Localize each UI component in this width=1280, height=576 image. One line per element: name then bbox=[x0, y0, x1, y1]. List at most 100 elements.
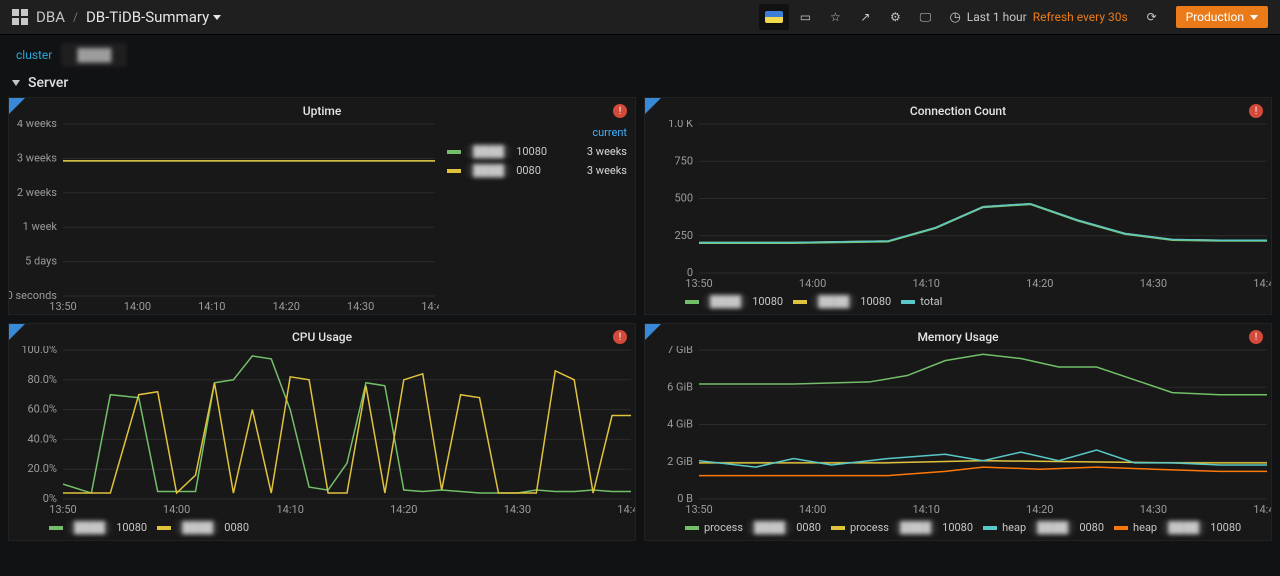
svg-text:100.0%: 100.0% bbox=[21, 346, 57, 356]
series-swatch bbox=[831, 526, 845, 530]
series-port: 0080 bbox=[516, 164, 541, 177]
panel-connection-count[interactable]: ! Connection Count 02505007501.0 K13:501… bbox=[644, 97, 1272, 315]
series-host: ████ bbox=[176, 521, 219, 534]
svg-text:13:50: 13:50 bbox=[49, 300, 76, 313]
series-current-value: 3 weeks bbox=[587, 145, 627, 158]
svg-text:4 GiB: 4 GiB bbox=[667, 418, 693, 431]
panel-memory-usage[interactable]: ! Memory Usage 0 B2 GiB4 GiB6 GiB7 GiB13… bbox=[644, 323, 1272, 541]
legend-item[interactable]: process████10080 bbox=[831, 521, 973, 534]
legend-item[interactable]: ████0080 bbox=[157, 521, 249, 534]
alert-icon[interactable]: ! bbox=[613, 330, 627, 344]
legend-item[interactable]: heap ████ 10080 bbox=[1114, 521, 1241, 534]
svg-text:14:30: 14:30 bbox=[1140, 503, 1167, 516]
connection-chart[interactable]: 02505007501.0 K13:5014:0014:1014:2014:30… bbox=[645, 120, 1271, 291]
svg-text:80.0%: 80.0% bbox=[27, 373, 57, 386]
panel-cpu-usage[interactable]: ! CPU Usage 0%20.0%40.0%60.0%80.0%100.0%… bbox=[8, 323, 636, 541]
panel-title: CPU Usage bbox=[9, 324, 635, 346]
legend-item[interactable]: ████ 0080 3 weeks bbox=[447, 164, 627, 177]
refresh-icon[interactable]: ⟳ bbox=[1138, 4, 1166, 30]
legend-item[interactable]: ████ 10080 bbox=[49, 521, 147, 534]
environment-label: Production bbox=[1186, 10, 1244, 24]
clock-icon: ◷ bbox=[949, 10, 960, 25]
svg-text:500: 500 bbox=[674, 192, 693, 205]
series-port: 10080 bbox=[116, 521, 147, 534]
legend-item[interactable]: ████10080 bbox=[685, 295, 783, 308]
svg-text:1.0 K: 1.0 K bbox=[668, 120, 693, 130]
svg-text:60.0%: 60.0% bbox=[27, 403, 57, 416]
environment-button[interactable]: Production bbox=[1176, 6, 1268, 28]
panel-add-icon[interactable]: ▭ bbox=[791, 4, 819, 30]
alert-icon[interactable]: ! bbox=[1249, 104, 1263, 118]
alert-icon[interactable]: ! bbox=[1249, 330, 1263, 344]
series-swatch bbox=[49, 526, 63, 530]
legend-item[interactable]: process████0080 bbox=[685, 521, 821, 534]
connection-legend: ████10080 ████10080 total bbox=[645, 291, 1271, 314]
panel-title: Connection Count bbox=[645, 98, 1271, 120]
panel-title: Memory Usage bbox=[645, 324, 1271, 346]
panel-info-icon bbox=[9, 98, 25, 114]
svg-text:3 weeks: 3 weeks bbox=[17, 151, 57, 164]
dashboard-icon[interactable] bbox=[12, 9, 28, 25]
panel-info-icon bbox=[9, 324, 25, 340]
svg-text:14:10: 14:10 bbox=[912, 277, 939, 290]
flag-icon[interactable] bbox=[759, 4, 789, 30]
memory-legend: process████0080process████10080heap████0… bbox=[645, 517, 1271, 540]
legend-item[interactable]: ████ 10080 3 weeks bbox=[447, 145, 627, 158]
series-swatch bbox=[157, 526, 171, 530]
variable-value[interactable]: ████ bbox=[62, 44, 126, 66]
dashboard-title: DB-TiDB-Summary bbox=[86, 8, 209, 26]
row-header[interactable]: Server bbox=[0, 75, 1280, 97]
share-icon[interactable]: ↗ bbox=[851, 4, 879, 30]
series-swatch bbox=[901, 300, 915, 304]
star-icon[interactable]: ☆ bbox=[821, 4, 849, 30]
panel-uptime[interactable]: ! Uptime 0 seconds5 days1 week2 weeks3 w… bbox=[8, 97, 636, 315]
svg-text:14:10: 14:10 bbox=[912, 503, 939, 516]
series-swatch bbox=[793, 300, 807, 304]
series-swatch bbox=[983, 526, 997, 530]
svg-text:14:20: 14:20 bbox=[1026, 277, 1053, 290]
series-swatch bbox=[447, 150, 461, 154]
breadcrumb-folder[interactable]: DBA bbox=[36, 8, 65, 26]
svg-text:14:30: 14:30 bbox=[347, 300, 374, 313]
monitor-icon[interactable]: 🖵 bbox=[911, 4, 939, 30]
gear-icon[interactable]: ⚙ bbox=[881, 4, 909, 30]
legend-item[interactable]: heap████0080 bbox=[983, 521, 1104, 534]
legend-item[interactable]: ████10080 bbox=[793, 295, 891, 308]
series-prefix: process bbox=[850, 521, 889, 534]
series-port: 10080 bbox=[860, 295, 891, 308]
legend-item[interactable]: total bbox=[901, 295, 942, 308]
cpu-chart[interactable]: 0%20.0%40.0%60.0%80.0%100.0%13:5014:0014… bbox=[9, 346, 635, 517]
svg-text:750: 750 bbox=[674, 154, 693, 167]
svg-text:40.0%: 40.0% bbox=[27, 432, 57, 445]
top-nav: DBA / DB-TiDB-Summary ▭ ☆ ↗ ⚙ 🖵 ◷ Last 1… bbox=[0, 0, 1280, 35]
series-swatch bbox=[1114, 526, 1128, 530]
series-port: 0080 bbox=[1079, 521, 1104, 534]
svg-text:5 days: 5 days bbox=[25, 255, 57, 268]
series-prefix: heap bbox=[1133, 521, 1157, 534]
svg-text:14:00: 14:00 bbox=[124, 300, 151, 313]
svg-text:14:40: 14:40 bbox=[421, 300, 439, 313]
svg-text:14:00: 14:00 bbox=[799, 277, 826, 290]
svg-text:2 GiB: 2 GiB bbox=[667, 455, 693, 468]
cpu-legend: ████ 10080 ████0080 bbox=[9, 517, 635, 540]
svg-text:14:40: 14:40 bbox=[1253, 277, 1271, 290]
panel-grid: ! Uptime 0 seconds5 days1 week2 weeks3 w… bbox=[0, 97, 1280, 541]
svg-text:14:00: 14:00 bbox=[799, 503, 826, 516]
svg-text:14:10: 14:10 bbox=[276, 503, 303, 516]
variable-label: cluster bbox=[16, 48, 52, 62]
svg-text:14:40: 14:40 bbox=[1253, 503, 1271, 516]
series-port: 10080 bbox=[942, 521, 973, 534]
svg-text:14:30: 14:30 bbox=[504, 503, 531, 516]
series-port: 10080 bbox=[1210, 521, 1241, 534]
series-host: ████ bbox=[1162, 521, 1205, 534]
series-host: ████ bbox=[68, 521, 111, 534]
time-range-picker[interactable]: ◷ Last 1 hour Refresh every 30s bbox=[941, 4, 1135, 30]
svg-text:1 week: 1 week bbox=[23, 220, 58, 233]
svg-text:13:50: 13:50 bbox=[685, 503, 712, 516]
chevron-down-icon bbox=[1250, 15, 1258, 20]
breadcrumb-dashboard[interactable]: DB-TiDB-Summary bbox=[86, 8, 221, 26]
uptime-chart[interactable]: 0 seconds5 days1 week2 weeks3 weeks4 wee… bbox=[9, 120, 439, 314]
memory-chart[interactable]: 0 B2 GiB4 GiB6 GiB7 GiB13:5014:0014:1014… bbox=[645, 346, 1271, 517]
series-host: ████ bbox=[467, 164, 510, 177]
alert-icon[interactable]: ! bbox=[613, 104, 627, 118]
